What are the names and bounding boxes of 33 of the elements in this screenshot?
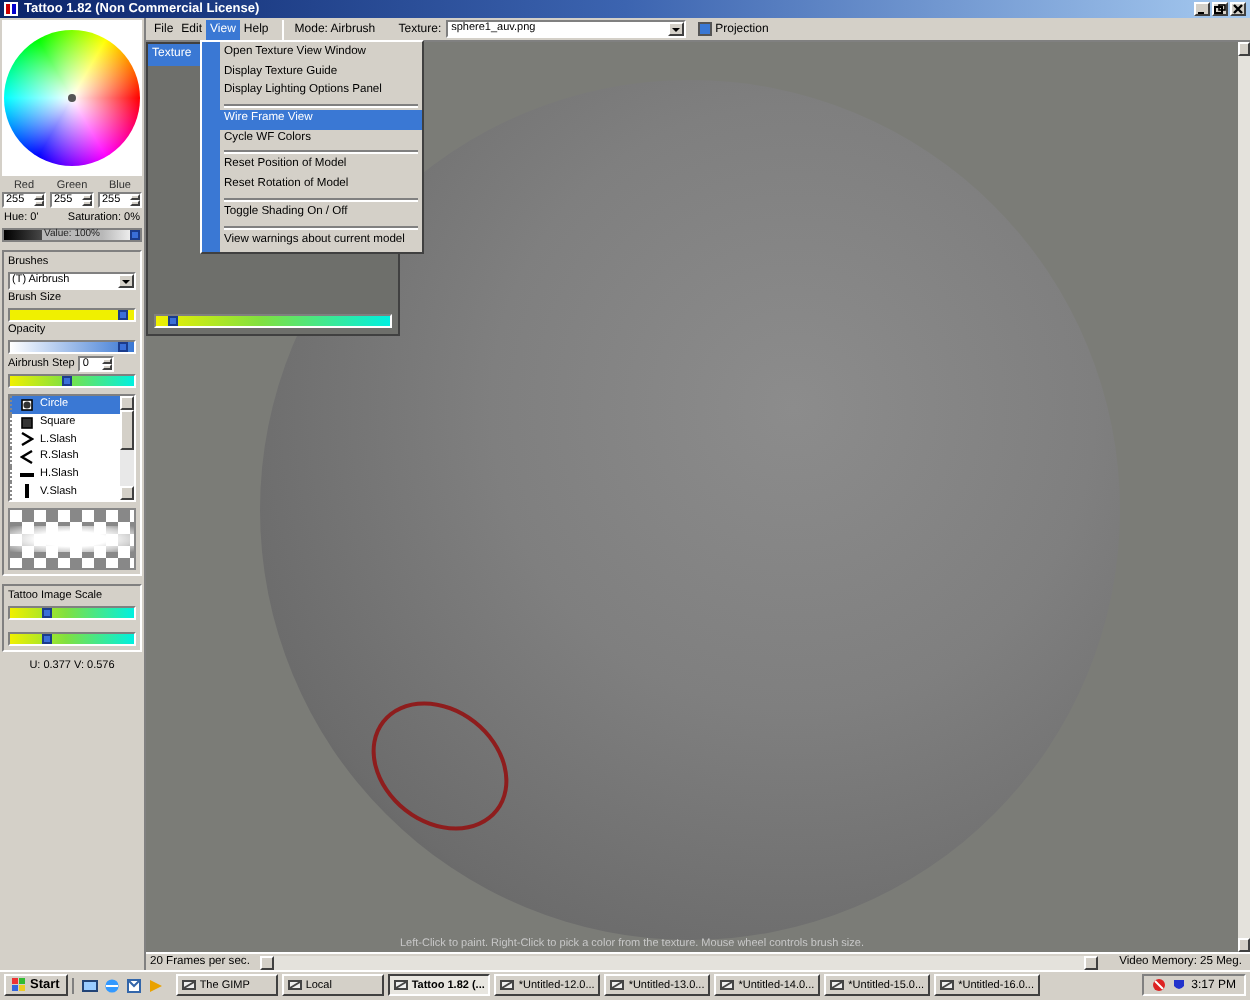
globe-icon[interactable] — [103, 977, 120, 993]
brush-preview — [8, 508, 136, 570]
app-icon — [4, 2, 18, 16]
brush-size-slider[interactable] — [8, 308, 136, 322]
window-app-icon — [830, 978, 845, 992]
projection-checkbox[interactable] — [697, 22, 712, 36]
opacity-slider[interactable] — [8, 340, 136, 354]
window-app-icon — [610, 978, 625, 992]
restore-icon — [1214, 4, 1226, 14]
horizontal-scrollbar[interactable] — [259, 955, 1098, 969]
list-scrollbar[interactable] — [120, 396, 134, 500]
image-scale-slider[interactable] — [8, 632, 136, 646]
minimize-button[interactable] — [1194, 2, 1210, 16]
mail-icon[interactable] — [125, 977, 142, 993]
airbrush-step-slider[interactable] — [8, 374, 136, 388]
windows-logo-icon — [12, 978, 26, 992]
window-app-icon — [720, 978, 735, 992]
window-app-icon — [287, 978, 302, 992]
restore-button[interactable] — [1212, 2, 1228, 16]
desktop-icon[interactable] — [81, 977, 98, 993]
shield-icon — [1171, 978, 1186, 992]
blocked-icon — [1151, 978, 1166, 992]
window-app-icon — [393, 978, 408, 992]
dropdown-arrow-icon — [122, 279, 130, 283]
texture-view-slider[interactable] — [154, 314, 392, 328]
close-button[interactable] — [1230, 2, 1246, 16]
window-app-icon — [940, 978, 955, 992]
image-scale-slider[interactable] — [8, 606, 136, 620]
close-icon — [1232, 4, 1244, 14]
window-app-icon — [500, 978, 515, 992]
dropdown-arrow-icon — [671, 27, 680, 31]
window-app-icon — [181, 978, 196, 992]
vertical-scrollbar[interactable] — [1238, 42, 1250, 952]
